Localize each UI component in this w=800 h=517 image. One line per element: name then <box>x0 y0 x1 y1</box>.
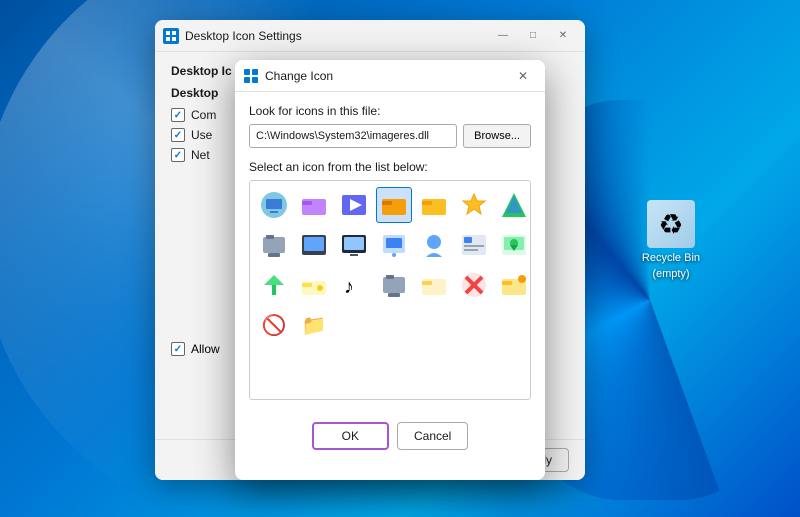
dis-checkbox-label-2: Use <box>191 128 212 142</box>
ci-icon-item[interactable] <box>256 227 292 263</box>
ci-look-for-label: Look for icons in this file: <box>249 104 531 118</box>
svg-text:♪: ♪ <box>344 276 354 298</box>
ci-icon-item[interactable] <box>416 267 452 303</box>
ci-icon-item[interactable] <box>336 227 372 263</box>
dis-checkbox-1[interactable] <box>171 108 185 122</box>
ci-icon-item[interactable] <box>296 187 332 223</box>
ci-icon-item[interactable] <box>496 187 531 223</box>
ci-icon-item[interactable]: 🚫 <box>256 307 292 343</box>
ci-cancel-button[interactable]: Cancel <box>397 422 468 450</box>
ci-file-row: Browse... <box>249 124 531 148</box>
ci-icon-item[interactable]: 📁 <box>296 307 332 343</box>
dis-minimize-button[interactable]: — <box>489 22 517 50</box>
dis-allow-checkbox[interactable] <box>171 342 185 356</box>
ci-window-title: Change Icon <box>265 69 509 83</box>
ci-file-path-input[interactable] <box>249 124 457 148</box>
ci-select-label: Select an icon from the list below: <box>249 160 531 174</box>
ci-icon-item[interactable] <box>416 227 452 263</box>
ci-content: Look for icons in this file: Browse... S… <box>235 92 545 412</box>
ci-titlebar: Change Icon ✕ <box>235 60 545 92</box>
ci-icon-item[interactable] <box>376 227 412 263</box>
dis-titlebar: Desktop Icon Settings — □ ✕ <box>155 20 585 52</box>
dis-maximize-button[interactable]: □ <box>519 22 547 50</box>
recycle-bin-label-line1: Recycle Bin <box>642 252 700 264</box>
recycle-bin-icon: ♻ <box>647 200 695 248</box>
recycle-bin-label-line2: (empty) <box>652 268 689 280</box>
dis-checkbox-2[interactable] <box>171 128 185 142</box>
ci-footer: OK Cancel <box>235 412 545 462</box>
ci-icon-item[interactable]: ♪ <box>336 267 372 303</box>
change-icon-dialog: Change Icon ✕ Look for icons in this fil… <box>235 60 545 480</box>
ci-icon-item[interactable] <box>376 267 412 303</box>
recycle-bin-desktop-icon[interactable]: ♻ Recycle Bin (empty) <box>642 200 700 280</box>
dis-window-title: Desktop Icon Settings <box>185 29 489 43</box>
ci-icon-item[interactable] <box>296 267 332 303</box>
ci-icon-item[interactable] <box>416 187 452 223</box>
ci-icon-item[interactable] <box>296 227 332 263</box>
ci-close-button[interactable]: ✕ <box>509 62 537 90</box>
ci-icon-item[interactable] <box>456 267 492 303</box>
ci-icon-item[interactable] <box>456 187 492 223</box>
ci-icon-item[interactable] <box>496 267 531 303</box>
ci-icon-item[interactable] <box>336 187 372 223</box>
ci-icon-item[interactable] <box>496 227 531 263</box>
dis-checkbox-label-3: Net <box>191 148 210 162</box>
ci-window-icon <box>243 68 259 84</box>
ci-icon-item[interactable] <box>256 267 292 303</box>
ci-icon-item[interactable] <box>256 187 292 223</box>
dis-allow-label: Allow <box>191 342 220 356</box>
ci-ok-button[interactable]: OK <box>312 422 389 450</box>
dis-checkbox-label-1: Com <box>191 108 216 122</box>
dis-close-button[interactable]: ✕ <box>549 22 577 50</box>
dis-window-icon <box>163 28 179 44</box>
ci-icon-grid[interactable]: ♪ 🚫📁 <box>249 180 531 400</box>
dis-checkbox-3[interactable] <box>171 148 185 162</box>
ci-icon-item[interactable] <box>456 227 492 263</box>
ci-browse-button[interactable]: Browse... <box>463 124 531 148</box>
ci-icon-item[interactable] <box>376 187 412 223</box>
dis-window-controls: — □ ✕ <box>489 22 577 50</box>
